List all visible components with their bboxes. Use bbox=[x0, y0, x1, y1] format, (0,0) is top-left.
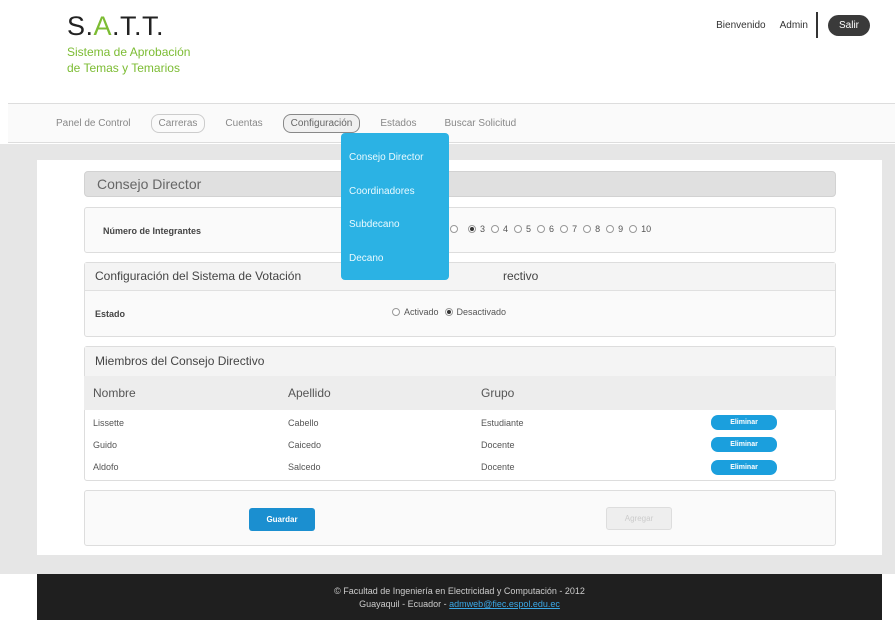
cell-apellido: Cabello bbox=[288, 418, 319, 428]
radio-2[interactable] bbox=[450, 225, 458, 233]
cell-nombre: Guido bbox=[93, 440, 118, 450]
logo-title: S.A.T.T. bbox=[67, 11, 165, 41]
cell-apellido: Salcedo bbox=[288, 462, 321, 472]
save-button[interactable]: Guardar bbox=[249, 508, 315, 531]
radio-8[interactable] bbox=[583, 225, 592, 233]
cell-nombre: Aldofo bbox=[93, 462, 119, 472]
radio-4[interactable] bbox=[491, 225, 500, 233]
welcome-text: Bienvenido bbox=[716, 19, 766, 31]
delete-button[interactable]: Eliminar bbox=[711, 460, 777, 475]
radio-5[interactable] bbox=[514, 225, 523, 233]
radio-3-label: 3 bbox=[480, 224, 486, 234]
nav-carreras[interactable]: Carreras bbox=[150, 113, 206, 133]
footer-email-link[interactable]: admweb@fiec.espol.edu.ec bbox=[449, 599, 560, 609]
radio-6-label: 6 bbox=[549, 224, 555, 234]
radio-10[interactable] bbox=[629, 225, 638, 233]
cell-grupo: Docente bbox=[481, 462, 515, 472]
state-label: Estado bbox=[95, 309, 126, 319]
radio-7-label: 7 bbox=[572, 224, 578, 234]
nav-configuracion[interactable]: Configuración bbox=[282, 113, 361, 133]
cell-nombre: Lissette bbox=[93, 418, 125, 428]
nav-estados[interactable]: Estados bbox=[372, 114, 424, 133]
footer: © Facultad de Ingeniería en Electricidad… bbox=[37, 574, 882, 620]
members-table-header: Nombre Apellido Grupo bbox=[84, 376, 836, 410]
radio-6[interactable] bbox=[537, 225, 546, 233]
members-count-label: Número de Integrantes bbox=[103, 226, 202, 236]
config-dropdown-menu: Consejo Director Coordinadores Subdecano… bbox=[341, 133, 449, 280]
menu-item-decano[interactable]: Decano bbox=[349, 253, 383, 264]
radio-9-label: 9 bbox=[618, 224, 624, 234]
menu-item-subdecano[interactable]: Subdecano bbox=[349, 219, 400, 230]
radio-7[interactable] bbox=[560, 225, 569, 233]
nav-panel-de-control[interactable]: Panel de Control bbox=[48, 114, 139, 133]
voting-config-title-tail: rectivo bbox=[503, 269, 539, 283]
user-area: Bienvenido Admin Salir bbox=[716, 12, 870, 38]
footer-city: Guayaquil - Ecuador - bbox=[359, 599, 450, 609]
col-apellido: Apellido bbox=[288, 386, 331, 400]
state-radio-group: Activado Desactivado bbox=[392, 307, 512, 317]
menu-item-consejo-director[interactable]: Consejo Director bbox=[349, 152, 423, 163]
main-nav: Panel de Control Carreras Cuentas Config… bbox=[8, 103, 895, 143]
nav-buscar-solicitud[interactable]: Buscar Solicitud bbox=[437, 114, 525, 133]
voting-config-box: Configuración del Sistema de Votación re… bbox=[84, 262, 836, 337]
page-title: Consejo Director bbox=[84, 171, 836, 197]
radio-desactivado-label: Desactivado bbox=[456, 307, 507, 317]
nav-cuentas[interactable]: Cuentas bbox=[217, 114, 270, 133]
col-grupo: Grupo bbox=[481, 386, 515, 400]
cell-grupo: Docente bbox=[481, 440, 515, 450]
radio-10-label: 10 bbox=[641, 224, 652, 234]
delete-button[interactable]: Eliminar bbox=[711, 437, 777, 452]
logo-subtitle-1: Sistema de Aprobación bbox=[67, 45, 191, 59]
members-title: Miembros del Consejo Directivo bbox=[95, 354, 265, 368]
username: Admin bbox=[779, 19, 808, 31]
radio-activado-label: Activado bbox=[404, 307, 439, 317]
radio-3[interactable] bbox=[468, 225, 476, 233]
col-nombre: Nombre bbox=[93, 386, 136, 400]
voting-config-title: Configuración del Sistema de Votación bbox=[95, 269, 302, 283]
footer-location: Guayaquil - Ecuador - admweb@fiec.espol.… bbox=[37, 598, 882, 611]
cell-grupo: Estudiante bbox=[481, 418, 524, 428]
logo-subtitle-2: de Temas y Temarios bbox=[67, 61, 180, 75]
radio-8-label: 8 bbox=[595, 224, 601, 234]
add-button[interactable]: Agregar bbox=[606, 507, 672, 530]
menu-item-coordinadores[interactable]: Coordinadores bbox=[349, 186, 415, 197]
logout-button[interactable]: Salir bbox=[827, 14, 870, 36]
logo[interactable]: S.A.T.T. Sistema de Aprobación de Temas … bbox=[67, 10, 190, 76]
delete-button[interactable]: Eliminar bbox=[711, 415, 777, 430]
radio-desactivado[interactable] bbox=[444, 308, 453, 316]
radio-5-label: 5 bbox=[526, 224, 532, 234]
radio-9[interactable] bbox=[606, 225, 615, 233]
cell-apellido: Caicedo bbox=[288, 440, 322, 450]
footer-copyright: © Facultad de Ingeniería en Electricidad… bbox=[334, 586, 585, 596]
actions-box bbox=[84, 490, 836, 546]
members-count-radio-group: 3 4 5 6 7 8 9 10 bbox=[450, 224, 657, 234]
page: S.A.T.T. Sistema de Aprobación de Temas … bbox=[0, 0, 895, 626]
radio-activado[interactable] bbox=[392, 308, 400, 316]
radio-4-label: 4 bbox=[503, 224, 509, 234]
divider bbox=[815, 12, 818, 38]
members-count-box: Número de Integrantes 3 4 5 6 7 8 9 10 bbox=[84, 207, 836, 253]
